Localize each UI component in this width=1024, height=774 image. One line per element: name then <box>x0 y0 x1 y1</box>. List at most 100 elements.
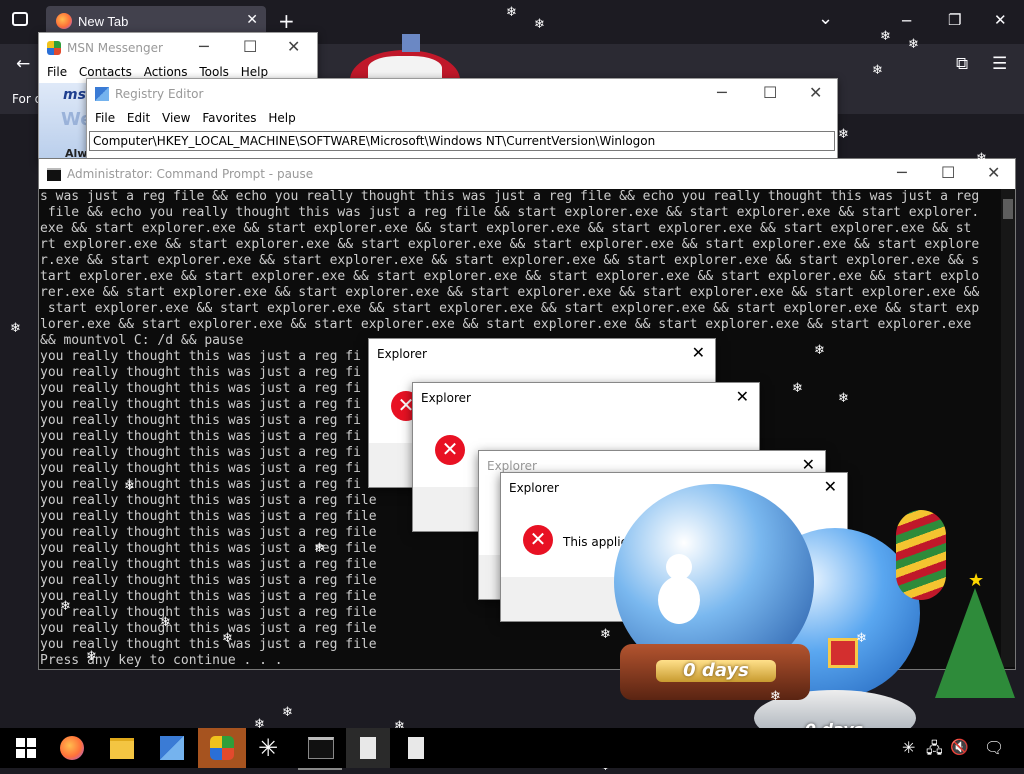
tray-volume-muted-icon[interactable]: 🔇 <box>950 738 969 756</box>
app-menu-icon[interactable]: ☰ <box>992 54 1007 74</box>
taskbar-blank-app-1[interactable] <box>346 728 390 768</box>
regedit-address-text: Computer\HKEY_LOCAL_MACHINE\SOFTWARE\Mic… <box>93 134 656 148</box>
dialog-close-button[interactable]: ✕ <box>824 477 837 496</box>
regedit-menu-edit[interactable]: Edit <box>127 111 150 125</box>
dialog-title: Explorer <box>377 347 427 361</box>
snowflake-icon: ❄ <box>86 649 97 664</box>
days-counter-1: 0 days <box>656 660 776 682</box>
snowflake-icon: ❄ <box>880 29 891 44</box>
taskbar-file-explorer-icon[interactable] <box>110 738 134 759</box>
cmd-output-line: tart explorer.exe && start explorer.exe … <box>40 269 980 284</box>
tray-network-icon[interactable]: 🖧 <box>926 738 943 763</box>
snowflake-icon: ❄ <box>124 479 135 494</box>
msn-butterfly-icon <box>210 736 234 760</box>
gift-icon <box>828 638 858 668</box>
msn-titlebar: MSN Messenger ─ ☐ ✕ <box>39 33 317 63</box>
regedit-address-bar[interactable]: Computer\HKEY_LOCAL_MACHINE\SOFTWARE\Mic… <box>89 131 835 151</box>
taskbar-cmd-icon[interactable] <box>298 728 342 770</box>
snowflake-icon: ❄ <box>600 627 611 642</box>
window-minimize-button[interactable]: ─ <box>902 12 911 30</box>
msn-maximize-button[interactable]: ☐ <box>243 37 257 56</box>
cmd-output-line: file && echo you really thought this was… <box>40 205 980 220</box>
dialog-title: Explorer <box>421 391 471 405</box>
regedit-maximize-button[interactable]: ☐ <box>763 83 777 102</box>
snowflake-icon: ❄ <box>160 615 171 630</box>
cmd-close-button[interactable]: ✕ <box>987 163 1000 182</box>
firefox-view-icon[interactable] <box>12 12 28 26</box>
snowflake-icon: ❄ <box>838 391 849 406</box>
window-maximize-button[interactable]: ❐ <box>948 11 961 29</box>
regedit-menu-favorites[interactable]: Favorites <box>202 111 256 125</box>
windows-taskbar: ✳ ✳ 🖧 🔇 🗨 <box>0 728 1024 770</box>
msn-close-button[interactable]: ✕ <box>287 37 300 56</box>
cmd-output-line: exe && start explorer.exe && start explo… <box>40 221 972 236</box>
dialog-close-button[interactable]: ✕ <box>736 387 749 406</box>
taskbar-blank-app-2[interactable] <box>394 728 438 768</box>
snowman-icon <box>654 554 704 624</box>
cmd-titlebar: Administrator: Command Prompt - pause ─ … <box>39 159 1015 189</box>
snowflake-icon: ❄ <box>282 705 293 720</box>
snowflake-icon: ❄ <box>534 17 545 32</box>
snowflake-icon: ❄ <box>814 343 825 358</box>
snowflake-icon: ❄ <box>506 5 517 20</box>
snowflake-icon: ❄ <box>10 321 21 336</box>
tab-close-icon[interactable]: ✕ <box>246 12 258 28</box>
snowflake-icon: ❄ <box>60 599 71 614</box>
new-tab-button[interactable]: + <box>278 9 295 33</box>
dialog-title: Explorer <box>509 481 559 495</box>
cmd-icon <box>47 168 61 181</box>
regedit-icon <box>95 87 109 101</box>
msn-title: MSN Messenger <box>67 41 163 55</box>
cmd-scrollbar-thumb[interactable] <box>1003 199 1013 219</box>
regedit-title: Registry Editor <box>115 87 204 101</box>
msn-menu-help[interactable]: Help <box>241 65 268 79</box>
error-icon: ✕ <box>523 525 553 555</box>
msn-menu-contacts[interactable]: Contacts <box>79 65 132 79</box>
regedit-menu-view[interactable]: View <box>162 111 190 125</box>
christmas-house-decoration <box>330 30 480 110</box>
snowflake-icon: ❄ <box>976 151 987 166</box>
snow-globe-widget-1: 0 days <box>612 484 822 706</box>
tab-label: New Tab <box>78 14 129 29</box>
msn-butterfly-icon <box>47 41 61 55</box>
snowflake-icon: ❄ <box>838 127 849 142</box>
cmd-title: Administrator: Command Prompt - pause <box>67 167 314 181</box>
tray-notifications-icon[interactable]: 🗨 <box>984 738 1004 757</box>
dialog-close-button[interactable]: ✕ <box>692 343 705 362</box>
regedit-close-button[interactable]: ✕ <box>809 83 822 102</box>
cmd-minimize-button[interactable]: ─ <box>897 163 907 182</box>
tray-snowflake-icon[interactable]: ✳ <box>902 738 915 757</box>
regedit-menu-help[interactable]: Help <box>268 111 295 125</box>
regedit-titlebar: Registry Editor ─ ☐ ✕ <box>87 79 837 109</box>
snowflake-icon: ❄ <box>222 631 233 646</box>
cmd-maximize-button[interactable]: ☐ <box>941 163 955 182</box>
cmd-output-line: s was just a reg file && echo you really… <box>40 189 980 204</box>
start-button[interactable] <box>12 734 40 762</box>
snowflake-icon: ❄ <box>566 95 577 110</box>
snowflake-icon: ❄ <box>608 419 619 434</box>
window-close-button[interactable]: ✕ <box>994 11 1007 29</box>
taskbar-regedit-icon[interactable] <box>160 736 184 760</box>
snowflake-icon: ❄ <box>872 63 883 78</box>
taskbar-snowflake-icon[interactable]: ✳ <box>258 734 278 762</box>
cmd-output-line: rer.exe && start explorer.exe && start e… <box>40 285 980 300</box>
taskbar-firefox-icon[interactable] <box>60 736 84 760</box>
christmas-stocking-decoration <box>880 500 960 610</box>
list-all-tabs-icon[interactable]: ⌄ <box>818 8 833 29</box>
msn-menu-file[interactable]: File <box>47 65 67 79</box>
snowflake-icon: ❄ <box>908 37 919 52</box>
windows-logo-icon <box>16 738 36 758</box>
cmd-output-line: r.exe && start explorer.exe && start exp… <box>40 253 980 268</box>
msn-menu-tools[interactable]: Tools <box>199 65 229 79</box>
regedit-minimize-button[interactable]: ─ <box>717 83 727 102</box>
extensions-icon[interactable]: ⧉ <box>956 54 968 74</box>
regedit-menu-file[interactable]: File <box>95 111 115 125</box>
regedit-menubar: File Edit View Favorites Help <box>87 109 837 129</box>
msn-menu-actions[interactable]: Actions <box>144 65 188 79</box>
taskbar-msn-active[interactable] <box>198 728 246 768</box>
cmd-output-line: lorer.exe && start explorer.exe && start… <box>40 317 972 332</box>
cmd-output-line: start explorer.exe && start explorer.exe… <box>40 301 980 316</box>
msn-minimize-button[interactable]: ─ <box>199 37 209 56</box>
snowflake-icon: ❄ <box>792 381 803 396</box>
back-arrow-icon[interactable]: ← <box>16 54 30 74</box>
